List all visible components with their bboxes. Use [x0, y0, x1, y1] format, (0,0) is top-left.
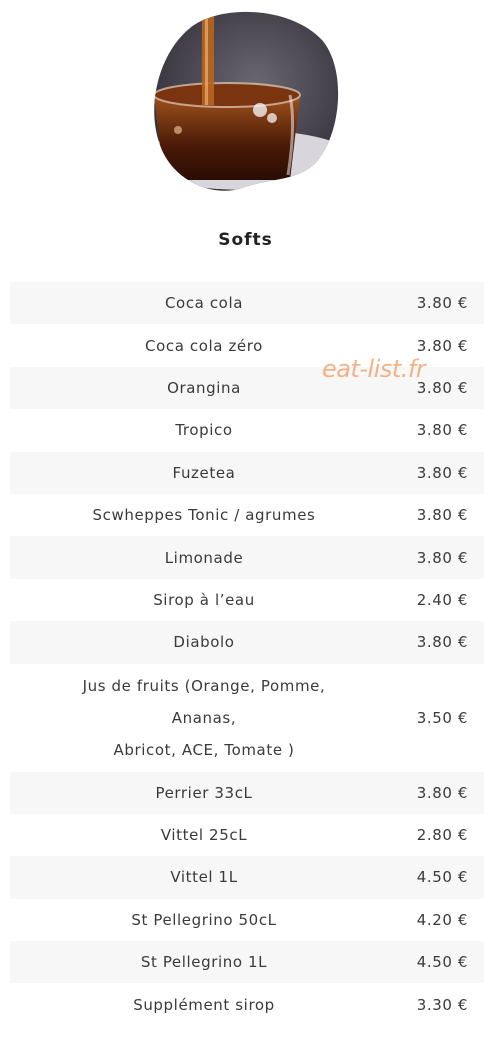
item-name: Diabolo [173, 633, 235, 652]
item-price: 3.30 € [416, 995, 468, 1014]
item-price: 3.80 € [416, 633, 468, 652]
menu-item: Supplément sirop 3.30 € [10, 983, 484, 1025]
item-name: Tropico [175, 421, 233, 440]
menu-item: Tropico 3.80 € [10, 409, 484, 451]
item-price: 3.80 € [416, 548, 468, 567]
item-name: Coca cola [164, 294, 244, 313]
item-name: Jus de fruits (Orange, Pomme, Ananas, Ab… [10, 670, 398, 766]
menu-item: Vittel 25cL 2.80 € [10, 814, 484, 856]
item-price: 3.80 € [416, 421, 468, 440]
menu-item: Jus de fruits (Orange, Pomme, Ananas, Ab… [10, 664, 484, 772]
menu-item: Sirop à l’eau 2.40 € [10, 579, 484, 621]
item-price: 4.20 € [416, 910, 468, 929]
soda-glass-image [150, 10, 342, 192]
menu-item: Fuzetea 3.80 € [10, 451, 484, 494]
item-name: Scwheppes Tonic / agrumes [92, 506, 316, 525]
section-title: Softs [218, 230, 273, 250]
watermark: eat-list.fr [322, 355, 426, 383]
item-price: 3.80 € [416, 336, 468, 355]
item-name-line: Ananas, [171, 708, 237, 727]
menu-item: Coca cola 3.80 € [10, 282, 484, 325]
menu-item: St Pellegrino 1L 4.50 € [10, 941, 484, 984]
item-price: 2.40 € [416, 590, 468, 609]
menu-item: St Pellegrino 50cL 4.20 € [10, 899, 484, 941]
item-name: St Pellegrino 50cL [131, 910, 277, 929]
item-price: 4.50 € [416, 953, 468, 972]
menu-item: Vittel 1L 4.50 € [10, 856, 484, 899]
drinks-price-list: Coca cola 3.80 € Coca cola zéro 3.80 € O… [10, 282, 484, 1026]
item-name: Vittel 25cL [160, 826, 248, 845]
item-name: Fuzetea [172, 463, 236, 482]
menu-item: Diabolo 3.80 € [10, 621, 484, 664]
item-name: Supplément sirop [133, 995, 275, 1014]
item-price: 3.80 € [416, 463, 468, 482]
item-price: 3.80 € [416, 294, 468, 313]
item-price: 3.80 € [416, 783, 468, 802]
menu-item: Limonade 3.80 € [10, 536, 484, 579]
item-name: Vittel 1L [170, 868, 238, 887]
menu-item: Perrier 33cL 3.80 € [10, 771, 484, 814]
item-name: Sirop à l’eau [153, 590, 255, 609]
item-price: 3.80 € [416, 506, 468, 525]
item-name: Coca cola zéro [145, 336, 263, 355]
item-name: Limonade [164, 548, 244, 567]
item-name: Perrier 33cL [155, 783, 253, 802]
item-name: St Pellegrino 1L [140, 953, 268, 972]
menu-item: Scwheppes Tonic / agrumes 3.80 € [10, 494, 484, 536]
item-price: 2.80 € [416, 826, 468, 845]
item-name-line: Jus de fruits (Orange, Pomme, [82, 676, 326, 695]
item-price: 4.50 € [416, 868, 468, 887]
item-name-line: Abricot, ACE, Tomate ) [113, 740, 295, 759]
item-price: 3.50 € [416, 708, 468, 727]
